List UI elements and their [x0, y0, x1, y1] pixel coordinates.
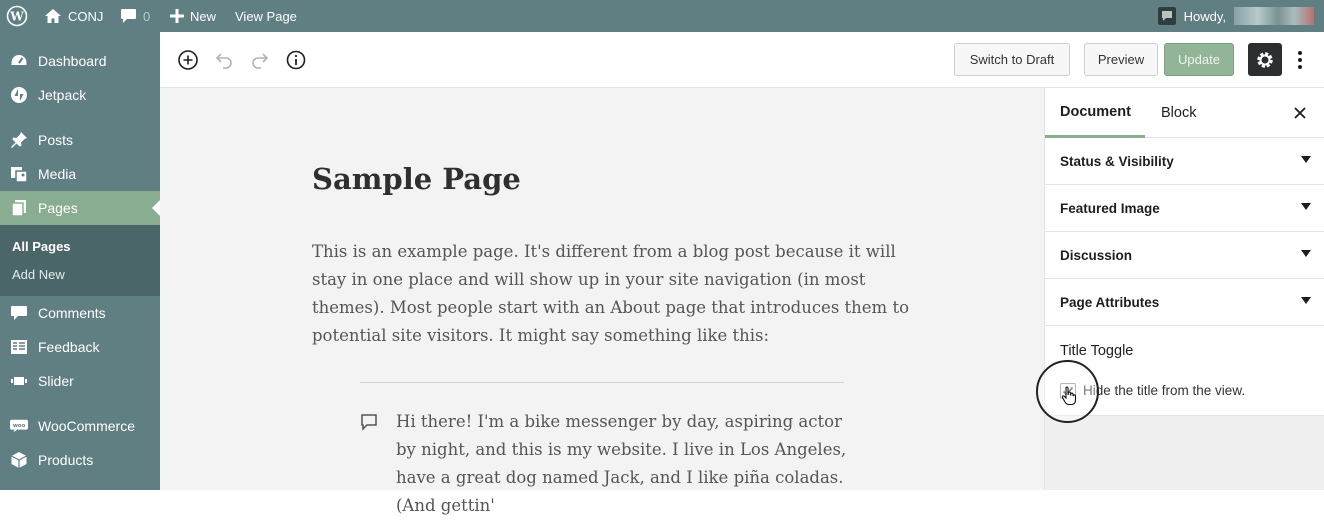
view-page-label: View Page [235, 8, 297, 24]
section-label: Page Attributes [1060, 294, 1160, 310]
hide-title-label[interactable]: Hide the title from the view. [1083, 383, 1245, 398]
pages-submenu: All Pages Add New [0, 225, 160, 296]
page-title[interactable]: Sample Page [312, 162, 521, 196]
sidebar-item-label: WooCommerce [38, 418, 135, 434]
editor-content: Sample Page This is an example page. It'… [160, 88, 1044, 515]
sidebar-item-label: Slider [38, 373, 74, 389]
sidebar-item-label: Dashboard [38, 53, 107, 69]
howdy-label: Howdy, [1183, 8, 1226, 24]
account-menu[interactable]: Howdy, [1157, 0, 1314, 32]
new-content-link[interactable]: New [170, 0, 216, 32]
section-page-attributes[interactable]: Page Attributes [1045, 279, 1324, 326]
comments-link[interactable]: 0 [120, 0, 150, 32]
jetpack-icon [10, 86, 28, 104]
submenu-all-pages[interactable]: All Pages [12, 239, 71, 254]
add-block-icon[interactable] [177, 49, 199, 71]
separator [360, 382, 844, 383]
close-icon[interactable] [1291, 104, 1309, 122]
section-label: Status & Visibility [1060, 153, 1174, 169]
plus-icon [170, 9, 184, 23]
svg-text:W: W [9, 10, 24, 24]
submenu-add-new[interactable]: Add New [12, 267, 65, 282]
admin-bar: W CONJ 0 New View Page Howdy, [0, 0, 1324, 32]
switch-to-draft-button[interactable]: Switch to Draft [954, 43, 1070, 76]
caret-down-icon [1301, 297, 1311, 304]
settings-sidebar: Document Block Status & Visibility Featu… [1044, 88, 1324, 490]
sidebar-item-media[interactable]: Media [0, 157, 160, 191]
editor-canvas: Sample Page This is an example page. It'… [160, 88, 1044, 515]
settings-tabs: Document Block [1045, 88, 1324, 138]
tab-block[interactable]: Block [1161, 88, 1196, 138]
update-button[interactable]: Update [1164, 43, 1234, 76]
sidebar-item-label: Comments [38, 305, 106, 321]
sidebar-item-feedback[interactable]: Feedback [0, 330, 160, 364]
undo-icon[interactable] [213, 49, 235, 71]
sidebar-item-label: Pages [38, 200, 78, 216]
woo-icon: woo [10, 417, 28, 435]
sidebar-item-dashboard[interactable]: Dashboard [0, 44, 160, 78]
slider-icon [10, 372, 28, 390]
sidebar-item-comments[interactable]: Comments [0, 296, 160, 330]
sidebar-item-label: Posts [38, 132, 74, 148]
section-label: Featured Image [1060, 200, 1160, 216]
feedback-icon [10, 338, 28, 356]
sidebar-item-label: Jetpack [38, 87, 87, 103]
avatar [1234, 7, 1314, 25]
home-icon [45, 9, 61, 23]
more-options-icon[interactable] [1290, 49, 1310, 71]
sidebar-item-woocommerce[interactable]: woo WooCommerce [0, 409, 160, 443]
comment-icon [10, 304, 28, 322]
sidebar-item-label: Media [38, 166, 77, 182]
dashboard-icon [10, 52, 28, 70]
media-icon [10, 165, 28, 183]
sidebar-item-label: Products [38, 452, 94, 468]
section-featured-image[interactable]: Featured Image [1045, 185, 1324, 232]
sidebar-item-posts[interactable]: Posts [0, 123, 160, 157]
view-page-link[interactable]: View Page [235, 0, 297, 32]
svg-text:woo: woo [13, 423, 26, 429]
preview-button[interactable]: Preview [1084, 43, 1158, 76]
products-icon [10, 451, 28, 469]
sidebar-item-products[interactable]: Products [0, 443, 160, 477]
info-icon[interactable] [285, 49, 307, 71]
sidebar-item-label: Feedback [38, 339, 100, 355]
comments-count: 0 [143, 8, 151, 24]
tab-document[interactable]: Document [1045, 88, 1145, 138]
caret-down-icon [1301, 250, 1311, 257]
caret-down-icon [1301, 156, 1311, 163]
sidebar-item-slider[interactable]: Slider [0, 364, 160, 398]
editor-toolbar: Switch to Draft Preview Update [160, 32, 1324, 88]
sidebar-item-jetpack[interactable]: Jetpack [0, 78, 160, 112]
pages-icon [10, 199, 28, 217]
pin-icon [10, 131, 28, 149]
caret-down-icon [1301, 203, 1311, 210]
section-status-visibility[interactable]: Status & Visibility [1045, 138, 1324, 185]
quote-block[interactable]: Hi there! I'm a bike messenger by day, a… [396, 408, 856, 520]
paragraph-block[interactable]: This is an example page. It's different … [312, 238, 912, 350]
comment-bubble-icon [121, 9, 136, 23]
sidebar-item-pages[interactable]: Pages [0, 191, 160, 225]
quote-block-icon [360, 413, 378, 431]
title-toggle-heading: Title Toggle [1060, 343, 1134, 359]
section-discussion[interactable]: Discussion [1045, 232, 1324, 279]
site-name-link[interactable]: CONJ [44, 0, 103, 32]
hand-cursor-icon [1061, 386, 1077, 406]
gear-icon [1257, 51, 1273, 68]
redo-icon[interactable] [249, 49, 271, 71]
wordpress-logo-icon[interactable]: W [6, 0, 28, 32]
section-label: Discussion [1060, 247, 1133, 263]
admin-sidebar: Dashboard Jetpack Posts Media Pages All … [0, 32, 160, 490]
site-name: CONJ [68, 8, 104, 24]
new-label: New [190, 8, 217, 24]
settings-button[interactable] [1248, 43, 1282, 76]
notifications-icon[interactable] [1157, 7, 1176, 25]
